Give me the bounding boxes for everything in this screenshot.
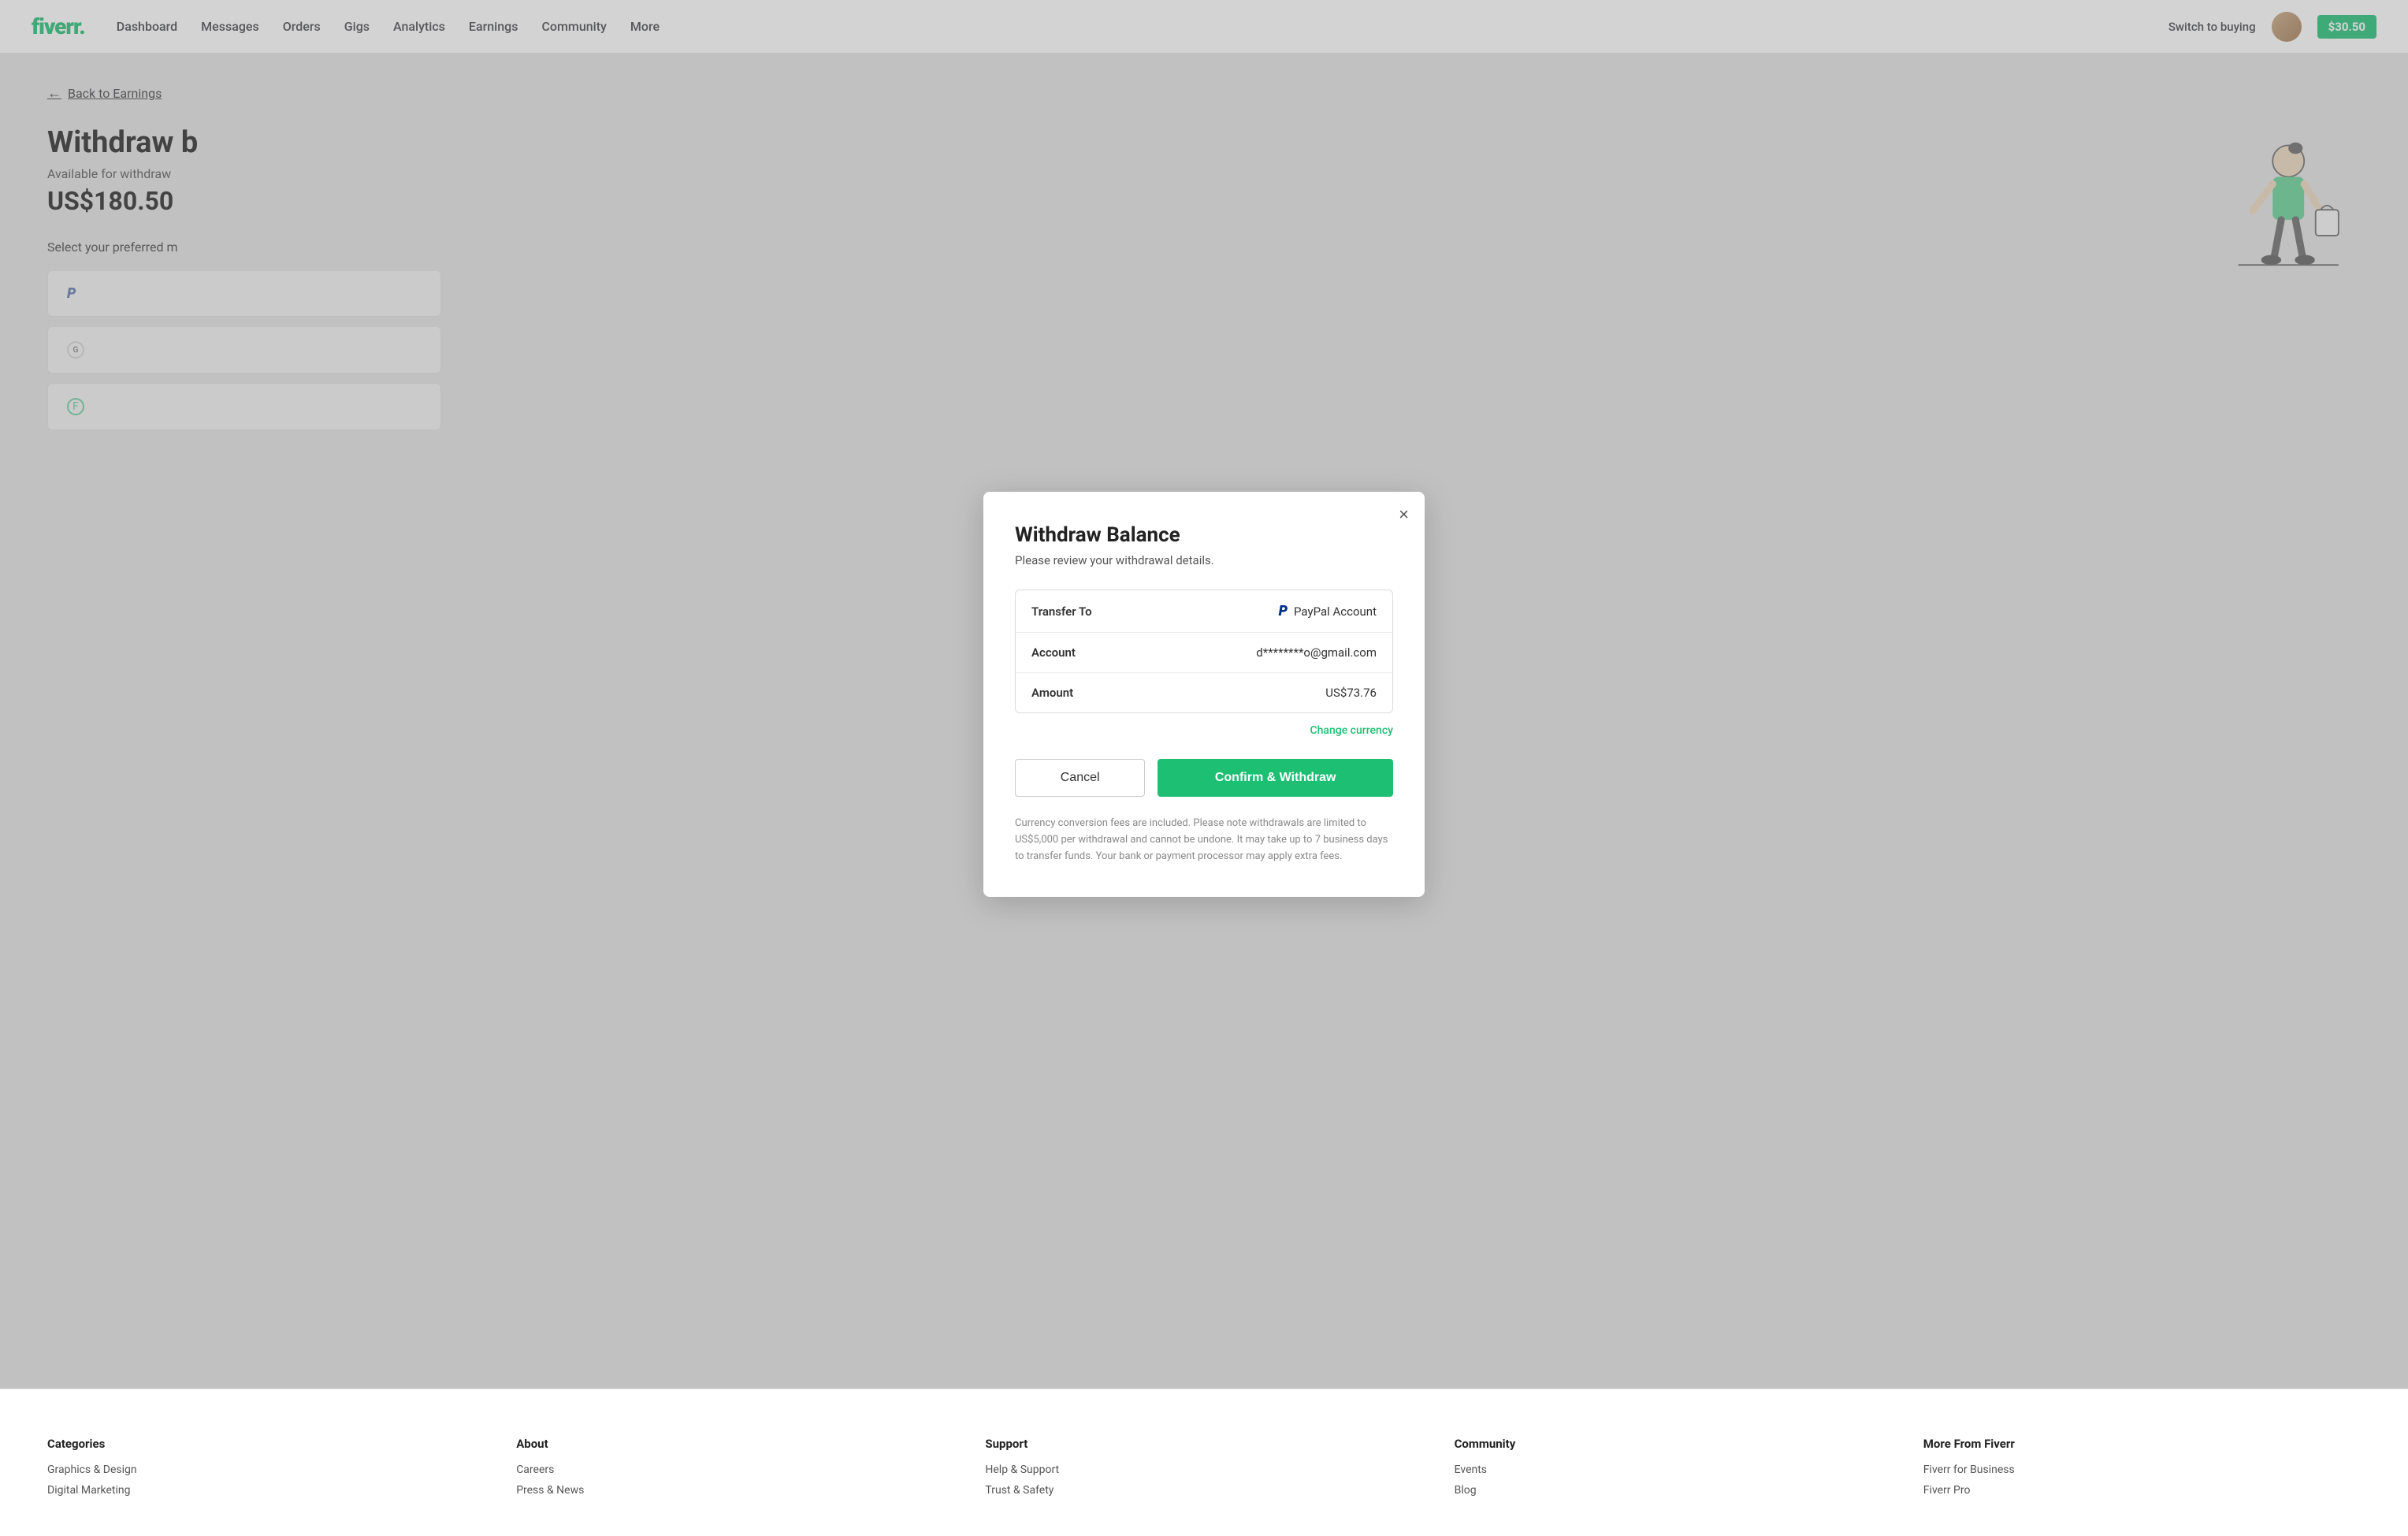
disclaimer-text: Currency conversion fees are included. P… [1015,816,1393,865]
account-label: Account [1031,645,1142,660]
footer-events[interactable]: Events [1455,1463,1892,1476]
footer-press-news[interactable]: Press & News [516,1484,953,1497]
transfer-to-label: Transfer To [1031,604,1142,619]
transfer-to-value: P PayPal Account [1279,603,1377,619]
transfer-to-row: Transfer To P PayPal Account [1016,590,1392,633]
footer: Categories Graphics & Design Digital Mar… [0,1389,2408,1536]
withdraw-modal: × Withdraw Balance Please review your wi… [983,492,1425,896]
footer-col-more: More From Fiverr Fiverr for Business Fiv… [1923,1437,2361,1504]
footer-col-about: About Careers Press & News [516,1437,953,1504]
modal-overlay[interactable]: × Withdraw Balance Please review your wi… [0,0,2408,1389]
footer-trust-safety[interactable]: Trust & Safety [985,1484,1422,1497]
footer-fiverr-pro[interactable]: Fiverr Pro [1923,1484,2361,1497]
account-email: d********o@gmail.com [1256,645,1377,660]
footer-community-title: Community [1455,1437,1892,1451]
footer-categories-title: Categories [47,1437,485,1451]
amount-row: Amount US$73.76 [1016,673,1392,712]
withdrawal-details-box: Transfer To P PayPal Account Account d**… [1015,589,1393,713]
footer-help-support[interactable]: Help & Support [985,1463,1422,1476]
footer-support-title: Support [985,1437,1422,1451]
change-currency-link[interactable]: Change currency [1015,724,1393,737]
modal-title: Withdraw Balance [1015,523,1393,547]
footer-digital-marketing[interactable]: Digital Marketing [47,1484,485,1497]
transfer-to-text: PayPal Account [1294,604,1377,619]
footer-col-support: Support Help & Support Trust & Safety [985,1437,1422,1504]
paypal-icon-modal: P [1279,603,1288,619]
modal-subtitle: Please review your withdrawal details. [1015,553,1393,567]
footer-about-title: About [516,1437,953,1451]
footer-blog[interactable]: Blog [1455,1484,1892,1497]
footer-careers[interactable]: Careers [516,1463,953,1476]
amount-value: US$73.76 [1325,686,1377,700]
confirm-withdraw-button[interactable]: Confirm & Withdraw [1158,759,1393,797]
account-row: Account d********o@gmail.com [1016,633,1392,673]
footer-fiverr-business[interactable]: Fiverr for Business [1923,1463,2361,1476]
modal-action-buttons: Cancel Confirm & Withdraw [1015,759,1393,797]
footer-more-title: More From Fiverr [1923,1437,2361,1451]
modal-close-button[interactable]: × [1399,506,1409,523]
footer-col-categories: Categories Graphics & Design Digital Mar… [47,1437,485,1504]
cancel-button[interactable]: Cancel [1015,759,1145,797]
amount-label: Amount [1031,686,1142,700]
account-value: d********o@gmail.com [1256,645,1377,660]
footer-graphics-design[interactable]: Graphics & Design [47,1463,485,1476]
amount-text: US$73.76 [1325,686,1377,700]
footer-col-community: Community Events Blog [1455,1437,1892,1504]
